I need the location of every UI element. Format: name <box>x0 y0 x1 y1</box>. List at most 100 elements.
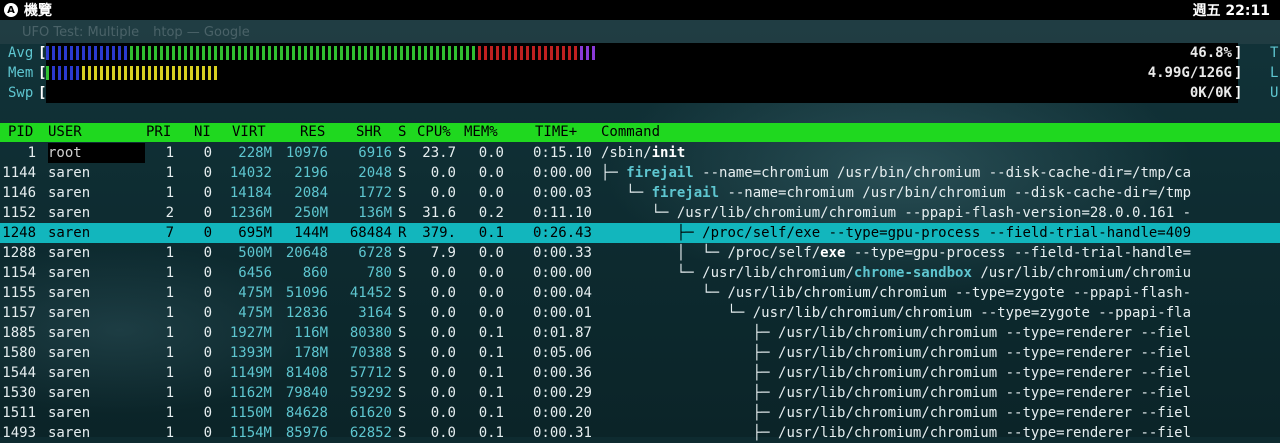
activities-label: 機覽 <box>24 3 52 19</box>
process-row[interactable]: 1146 14184 2084 1772 0.0 0.0 0:00.03 saren 1 0 S └… <box>0 183 1280 203</box>
cell-command: └─ firejail --name=chromium /usr/bin/chr… <box>601 183 1191 203</box>
cell-state: S <box>398 305 407 321</box>
meter-bar-segment <box>436 46 439 60</box>
meter-bar-segment <box>100 46 103 60</box>
cell-state: S <box>398 325 407 341</box>
meter-bar-segment <box>382 46 385 60</box>
meter-bar-segment <box>448 46 451 60</box>
command-path: /sbin/ <box>601 145 652 161</box>
meter-bar-segment <box>178 66 181 80</box>
meter-label: Swp <box>8 85 34 101</box>
cell-command: ├─ /usr/lib/chromium/chromium --type=ren… <box>601 423 1191 443</box>
cell-state: S <box>398 205 407 221</box>
memory-meter-bars <box>46 65 220 81</box>
clock[interactable]: 週五 22:11 <box>1193 0 1280 20</box>
cpu-avg-meter: Avg [ 46.8% ] T <box>8 43 1279 63</box>
meter-bar-segment <box>412 46 415 60</box>
meter-bar-segment <box>208 46 211 60</box>
meter-bar-segment <box>574 46 577 60</box>
process-row[interactable]: 1580 1393M 178M 70388 0.0 0.1 0:05.06 saren 1 0 S … <box>0 343 1280 363</box>
meter-bar-segment <box>310 46 313 60</box>
process-row[interactable]: 1493 1154M 85976 62852 0.0 0.1 0:00.31 saren 1 0 S… <box>0 423 1280 443</box>
htop-terminal[interactable]: Avg [ 46.8% ] T Mem [ 4.99G/126G ] L Swp… <box>0 20 1280 441</box>
process-row[interactable]: 1544 1149M 81408 57712 0.0 0.1 0:00.36 saren 1 0 S… <box>0 363 1280 383</box>
tree-branch: ├─ <box>601 405 779 421</box>
meter-bar-segment <box>178 46 181 60</box>
col-res[interactable]: RES <box>300 123 325 142</box>
meter-label: Avg <box>8 45 34 61</box>
meter-bar-segment <box>364 46 367 60</box>
meter-bar-segment <box>442 46 445 60</box>
meter-bar-segment <box>160 66 163 80</box>
meter-value: 4.99G/126G <box>1147 65 1232 81</box>
meter-bar-segment <box>460 46 463 60</box>
process-row[interactable]: 1 228M 10976 6916 23.7 0.0 0:15.10 root 1 0 S/sbin… <box>0 143 1280 163</box>
cell-ni: 0 <box>203 165 212 181</box>
meter-bar-segment <box>70 46 73 60</box>
meter-bar-segment <box>454 46 457 60</box>
meter-bar-segment <box>130 46 133 60</box>
tree-branch: ├─ <box>601 425 779 441</box>
process-row[interactable]: 1154 6456 860 780 0.0 0.0 0:00.00 saren 1 0 S └─ /… <box>0 263 1280 283</box>
tree-branch: ├─ <box>601 345 779 361</box>
col-virt[interactable]: VIRT <box>232 123 266 142</box>
process-row[interactable]: 1157 475M 12836 3164 0.0 0.0 0:00.01 saren 1 0 S └… <box>0 303 1280 323</box>
command-path: /usr/lib/chromium/ <box>702 265 854 281</box>
meter-bar-segment <box>526 46 529 60</box>
process-row[interactable]: 1288 500M 20648 6728 7.9 0.0 0:00.33 saren 1 0 S │… <box>0 243 1280 263</box>
cell-ni: 0 <box>203 365 212 381</box>
col-mem[interactable]: MEM% <box>464 123 498 142</box>
meter-bar-segment <box>52 66 55 80</box>
command-path: /usr/lib/chromium/chromium --type=render… <box>778 385 1192 401</box>
tree-branch: └─ <box>601 285 728 301</box>
process-row[interactable]: 1155 475M 51096 41452 0.0 0.0 0:00.04 saren 1 0 S … <box>0 283 1280 303</box>
cell-command: └─ /usr/lib/chromium/chromium --type=zyg… <box>601 303 1191 323</box>
meter-bar-segment <box>190 66 193 80</box>
col-command[interactable]: Command <box>601 123 660 142</box>
tree-branch: ├─ <box>601 225 703 241</box>
meter-bar-segment <box>478 46 481 60</box>
process-row[interactable]: 1530 1162M 79840 59292 0.0 0.1 0:00.29 saren 1 0 S… <box>0 383 1280 403</box>
cell-state: S <box>398 365 407 381</box>
meter-bar-segment <box>352 46 355 60</box>
meter-bar-segment <box>322 46 325 60</box>
col-shr[interactable]: SHR <box>356 123 381 142</box>
meter-bar-segment <box>214 46 217 60</box>
meter-bar-segment <box>142 46 145 60</box>
process-row[interactable]: 1144 14032 2196 2048 0.0 0.0 0:00.00 saren 1 0 S ├─… <box>0 163 1280 183</box>
tree-branch: └─ <box>601 185 652 201</box>
cell-ni: 0 <box>203 265 212 281</box>
meter-bar-segment <box>268 46 271 60</box>
meter-bar-segment <box>220 46 223 60</box>
meter-bar-segment <box>544 46 547 60</box>
process-row[interactable]: 1248 695M 144M 68484 379. 0.1 0:26.43 saren 7 0 R … <box>0 223 1280 243</box>
col-user[interactable]: USER <box>48 123 82 142</box>
cpu-meter-bars <box>46 45 598 61</box>
meter-bar-segment <box>154 66 157 80</box>
meter-bar-segment <box>472 46 475 60</box>
meter-bar-segment <box>388 46 391 60</box>
col-pid[interactable]: PID <box>8 123 33 142</box>
meter-bar-segment <box>520 46 523 60</box>
meter-bar-segment <box>496 46 499 60</box>
process-row[interactable]: 1152 1236M 250M 136M 31.6 0.2 0:11.10 saren 2 0 S … <box>0 203 1280 223</box>
col-cpu[interactable]: CPU% <box>417 123 451 142</box>
meter-bar-segment <box>46 66 49 80</box>
activities-button[interactable]: A 機覽 <box>0 0 52 20</box>
meter-bar-segment <box>148 66 151 80</box>
meter-bar-segment <box>136 46 139 60</box>
process-row[interactable]: 1511 1150M 84628 61620 0.0 0.1 0:00.20 saren 1 0 S… <box>0 403 1280 423</box>
col-time[interactable]: TIME+ <box>535 123 577 142</box>
col-state[interactable]: S <box>398 123 406 142</box>
meter-bar-segment <box>424 46 427 60</box>
command-path: /proc/self/exe --type=gpu-process --fiel… <box>702 225 1192 241</box>
meter-label: Mem <box>8 65 34 81</box>
col-ni[interactable]: NI <box>194 123 211 142</box>
meter-bar-segment <box>562 46 565 60</box>
meter-bar-segment <box>262 46 265 60</box>
process-row[interactable]: 1885 1927M 116M 80380 0.0 0.1 0:01.87 saren 1 0 S … <box>0 323 1280 343</box>
meter-bar-segment <box>304 46 307 60</box>
meter-bar-segment <box>280 46 283 60</box>
col-pri[interactable]: PRI <box>146 123 171 142</box>
meter-bar-segment <box>184 66 187 80</box>
